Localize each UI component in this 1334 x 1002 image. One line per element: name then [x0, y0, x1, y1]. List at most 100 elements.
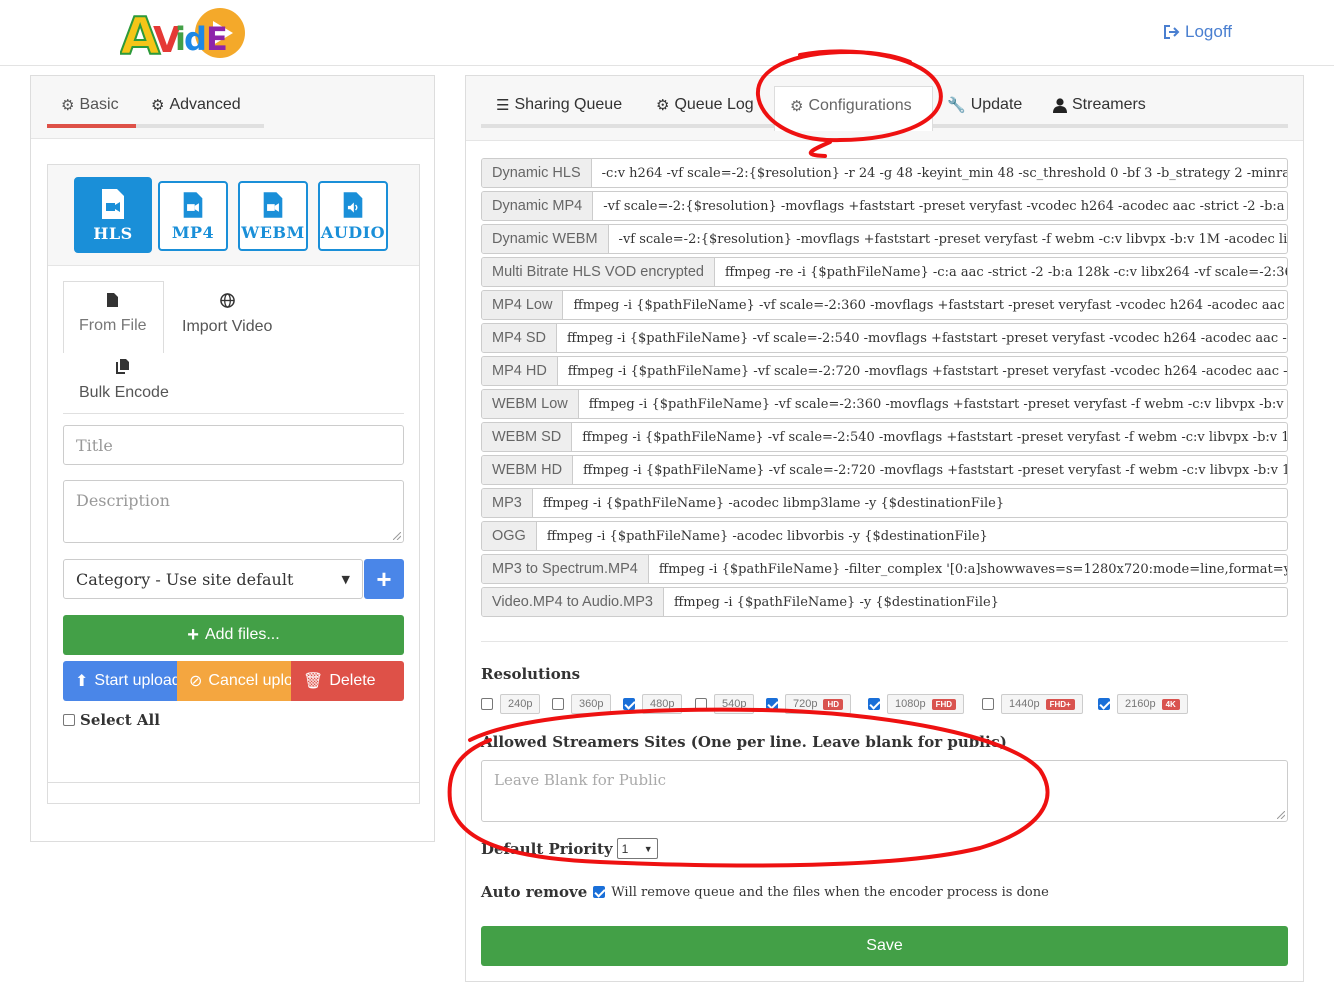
default-priority-label: Default Priority — [481, 839, 613, 858]
format-audio-button[interactable]: AUDIO — [318, 181, 388, 251]
auto-remove-checkbox[interactable] — [593, 886, 606, 898]
tab-sharing-queue[interactable]: ☰ Sharing Queue — [496, 96, 622, 114]
resolution-checkbox[interactable] — [552, 698, 564, 710]
tab-update[interactable]: 🔧 Update — [947, 96, 1022, 114]
resolution-checkbox[interactable] — [868, 698, 880, 710]
config-input[interactable]: ffmpeg -i {$pathFileName} -acodec libvor… — [537, 522, 998, 550]
logoff-label: Logoff — [1185, 22, 1232, 41]
config-input[interactable]: -vf scale=-2:{$resolution} -movflags +fa… — [593, 192, 1287, 220]
config-row: WEBM Low ffmpeg -i {$pathFileName} -vf s… — [481, 389, 1288, 419]
config-row: MP3 ffmpeg -i {$pathFileName} -acodec li… — [481, 488, 1288, 518]
cancel-upload-button[interactable]: ⊘ Cancel upload — [177, 661, 291, 701]
tab-queue-log[interactable]: ⚙ Queue Log — [656, 96, 754, 114]
config-label: Dynamic MP4 — [482, 192, 594, 220]
format-hls-button[interactable]: HLS — [74, 177, 152, 253]
svg-text:d: d — [184, 20, 207, 58]
config-input[interactable]: ffmpeg -i {$pathFileName} -vf scale=-2:3… — [563, 291, 1287, 319]
gear-icon: ⚙ — [656, 97, 670, 114]
config-row: WEBM HD ffmpeg -i {$pathFileName} -vf sc… — [481, 455, 1288, 485]
config-input[interactable]: ffmpeg -i {$pathFileName} -acodec libmp3… — [533, 489, 1014, 517]
config-label: WEBM HD — [482, 456, 574, 484]
auto-remove-description: Will remove queue and the files when the… — [611, 884, 1049, 900]
select-all-row: Select All — [63, 711, 160, 729]
config-input[interactable]: ffmpeg -i {$pathFileName} -vf scale=-2:7… — [573, 456, 1287, 484]
select-all-checkbox[interactable] — [63, 714, 75, 726]
auto-remove-row: Auto remove Will remove queue and the fi… — [481, 883, 1049, 901]
start-upload-button[interactable]: ⬆ Start upload — [63, 661, 177, 701]
config-input[interactable]: ffmpeg -i {$pathFileName} -vf scale=-2:7… — [558, 357, 1287, 385]
hd-badge: HD — [823, 698, 844, 710]
ban-icon: ⊘ — [189, 673, 203, 690]
resolution-pill: 480p — [642, 694, 683, 714]
config-row: MP4 SD ffmpeg -i {$pathFileName} -vf sca… — [481, 323, 1288, 353]
svg-text:E: E — [206, 20, 228, 58]
resolution-checkbox[interactable] — [623, 698, 635, 710]
config-row: MP3 to Spectrum.MP4 ffmpeg -i {$pathFile… — [481, 554, 1288, 584]
resolutions-title: Resolutions — [481, 665, 581, 683]
upload-card: HLS MP4 WEBM AUDIO From File Import Vide… — [47, 164, 420, 804]
category-select[interactable]: Category - Use site default ▼ — [63, 559, 363, 599]
file-video-icon — [102, 188, 124, 219]
resolution-checkbox[interactable] — [481, 698, 493, 710]
tab-import-video[interactable]: Import Video — [182, 293, 272, 336]
resolution-pill: 1080p FHD — [887, 694, 965, 714]
priority-select[interactable]: 1 ▼ — [616, 838, 658, 859]
upload-tabs: ⚙ Basic ⚙ Advanced — [31, 76, 434, 139]
resolution-option: 480p — [623, 694, 683, 714]
resolution-checkbox[interactable] — [1098, 698, 1110, 710]
config-input[interactable]: -c:v h264 -vf scale=-2:{$resolution} -r … — [592, 159, 1287, 187]
fhd-plus-badge: FHD+ — [1045, 698, 1075, 710]
tab-streamers[interactable]: Streamers — [1053, 96, 1146, 114]
save-button[interactable]: Save — [481, 926, 1288, 966]
logoff-link[interactable]: Logoff — [1163, 22, 1232, 42]
config-row: Dynamic MP4 -vf scale=-2:{$resolution} -… — [481, 191, 1288, 221]
config-label: WEBM SD — [482, 423, 573, 451]
config-input[interactable]: ffmpeg -re -i {$pathFileName} -c:a aac -… — [715, 258, 1287, 286]
resolution-checkbox[interactable] — [982, 698, 994, 710]
tab-from-file[interactable]: From File — [79, 293, 147, 335]
tab-advanced[interactable]: ⚙ Advanced — [151, 96, 241, 114]
config-input[interactable]: -vf scale=-2:{$resolution} -movflags +fa… — [609, 225, 1287, 253]
section-divider — [481, 641, 1288, 642]
config-input[interactable]: ffmpeg -i {$pathFileName} -y {$destinati… — [664, 588, 1009, 616]
config-row: Dynamic WEBM -vf scale=-2:{$resolution} … — [481, 224, 1288, 254]
allowed-streamers-textarea[interactable]: Leave Blank for Public — [481, 760, 1288, 822]
config-input[interactable]: ffmpeg -i {$pathFileName} -filter_comple… — [649, 555, 1287, 583]
gear-icon: ⚙ — [61, 97, 75, 114]
config-label: OGG — [482, 522, 537, 550]
source-tabs-divider — [63, 413, 404, 414]
description-input[interactable]: Description — [63, 480, 404, 543]
allowed-streamers-title: Allowed Streamers Sites (One per line. L… — [481, 733, 1007, 751]
delete-button[interactable]: 🗑 Delete — [291, 661, 404, 701]
4k-badge: 4K — [1161, 698, 1180, 710]
config-input[interactable]: ffmpeg -i {$pathFileName} -vf scale=-2:5… — [557, 324, 1287, 352]
config-label: Dynamic HLS — [482, 159, 592, 187]
gears-icon: ⚙ — [151, 97, 165, 114]
config-input[interactable]: ffmpeg -i {$pathFileName} -vf scale=-2:5… — [572, 423, 1287, 451]
add-category-button[interactable]: + — [364, 559, 404, 599]
config-row: OGG ffmpeg -i {$pathFileName} -acodec li… — [481, 521, 1288, 551]
avideo-logo[interactable]: A V i d E — [120, 2, 250, 64]
list-icon: ☰ — [496, 97, 510, 114]
card-footer-divider — [48, 782, 419, 783]
resize-handle-icon[interactable] — [393, 532, 401, 540]
file-audio-icon — [343, 191, 363, 218]
tab-bulk-encode[interactable]: Bulk Encode — [79, 359, 169, 402]
format-mp4-button[interactable]: MP4 — [158, 181, 228, 251]
resolution-option: 540p — [695, 694, 755, 714]
plus-icon: + — [187, 623, 199, 646]
config-input[interactable]: ffmpeg -i {$pathFileName} -vf scale=-2:3… — [579, 390, 1287, 418]
add-files-button[interactable]: + Add files... — [63, 615, 404, 655]
config-row: Video.MP4 to Audio.MP3 ffmpeg -i {$pathF… — [481, 587, 1288, 617]
tab-basic[interactable]: ⚙ Basic — [61, 96, 119, 114]
resolution-checkbox[interactable] — [766, 698, 778, 710]
format-webm-button[interactable]: WEBM — [238, 181, 308, 251]
top-bar: A V i d E Logoff — [0, 0, 1334, 66]
resolution-pill: 540p — [714, 694, 755, 714]
title-input[interactable]: Title — [63, 425, 404, 465]
tab-configurations[interactable]: ⚙ Configurations — [790, 97, 912, 115]
resolution-checkbox[interactable] — [695, 698, 707, 710]
resize-handle-icon[interactable] — [1277, 811, 1285, 819]
config-label: WEBM Low — [482, 390, 579, 418]
resolution-pill: 720p HD — [785, 694, 852, 714]
